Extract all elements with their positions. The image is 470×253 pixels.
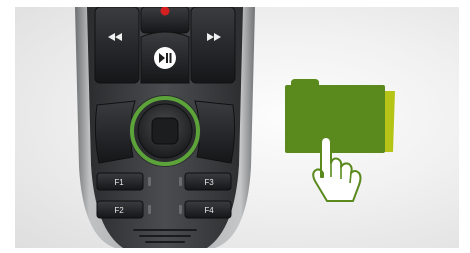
f4-label: F4: [204, 206, 214, 215]
indicator-light: [148, 205, 151, 214]
rewind-button[interactable]: [94, 7, 140, 84]
indicator-light: [179, 177, 182, 186]
f3-label: F3: [204, 178, 214, 187]
illustration-canvas: F1 F2 F3 F4: [0, 0, 470, 253]
folder-front: [285, 85, 385, 153]
folder-with-pointer[interactable]: [283, 71, 403, 211]
fast-forward-button[interactable]: [190, 7, 236, 84]
f1-label: F1: [114, 178, 124, 187]
indicator-light: [148, 177, 151, 186]
product-scene: F1 F2 F3 F4: [15, 7, 459, 248]
folder-icon[interactable]: [283, 71, 403, 211]
f2-label: F2: [114, 206, 124, 215]
indicator-light: [179, 205, 182, 214]
nav-center-pad: [151, 117, 179, 145]
